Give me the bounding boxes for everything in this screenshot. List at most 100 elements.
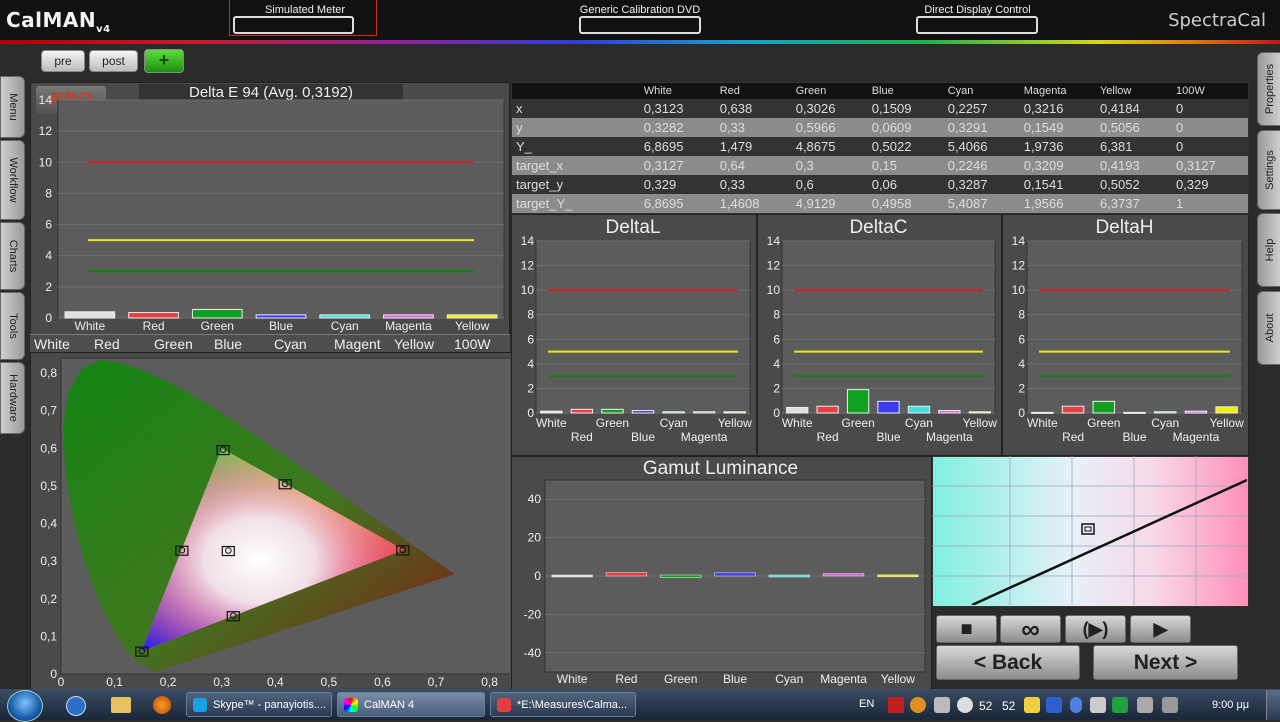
tab-properties[interactable]: Properties [1257, 52, 1280, 126]
tab-help[interactable]: Help [1257, 213, 1280, 287]
small-chart-bar [723, 411, 746, 414]
table-cell: 0 [1171, 137, 1248, 156]
next-button[interactable]: Next > [1093, 645, 1238, 680]
gamut-luminance-ytick: -20 [524, 607, 542, 621]
small-chart-ytick: 10 [521, 283, 535, 297]
small-chart-ytick: 6 [773, 332, 780, 346]
swatch-yellow[interactable]: Yellow [394, 336, 454, 352]
table-cell: 0,3209 [1019, 156, 1096, 175]
tray-app-icon-6[interactable] [1046, 697, 1062, 713]
battery-icon[interactable] [1137, 697, 1153, 713]
play-button[interactable]: ▶ [1130, 615, 1191, 643]
tab-tools[interactable]: Tools [0, 292, 25, 360]
tab-workflow[interactable]: Workflow [0, 140, 25, 220]
delta-e-bar [64, 311, 116, 319]
small-chart-ytick: 12 [521, 259, 535, 273]
tray-app-icon-4[interactable] [957, 697, 973, 713]
post-button[interactable]: post [89, 50, 138, 72]
delta-e-bar [191, 308, 243, 319]
table-cell: 0,0609 [867, 118, 944, 137]
measure-swatch-bar: White Red Green Blue Cyan Magent Yellow 100W [30, 334, 510, 354]
back-button[interactable]: < Back [936, 645, 1080, 680]
swatch-100w[interactable]: 100W [454, 336, 514, 352]
small-chart-ytick: 4 [527, 357, 534, 371]
show-desktop-button[interactable] [1266, 690, 1280, 720]
gamut-luminance-bar [768, 574, 810, 578]
volume-icon[interactable] [1162, 697, 1178, 713]
clock[interactable]: 9:00 μμ [1212, 699, 1249, 711]
task-excel-file[interactable]: *E:\Measures\Calma... [490, 692, 636, 717]
table-cell: 0,3291 [943, 118, 1020, 137]
gamut-luminance-ytick: -40 [524, 646, 542, 660]
cie-xtick: 0,5 [321, 675, 338, 688]
swatch-cyan[interactable]: Cyan [274, 336, 334, 352]
table-cell: 0,3216 [1019, 99, 1096, 118]
play-step-button[interactable]: (▶) [1065, 615, 1126, 643]
gamut-luminance-xlabel: White [557, 672, 588, 686]
table-cell: 6,381 [1095, 137, 1172, 156]
swatch-magent[interactable]: Magent [334, 336, 394, 352]
small-chart-ytick: 8 [773, 308, 780, 322]
delta-e-bar [255, 314, 307, 319]
bluetooth-icon[interactable] [1070, 697, 1082, 713]
spectracal-brand: SpectraCal [1168, 10, 1266, 31]
stop-button[interactable]: ■ [936, 615, 997, 643]
table-cell: 0 [1171, 118, 1248, 137]
loop-button[interactable]: ∞ [1000, 615, 1061, 643]
gamut-luminance-ytick: 0 [534, 569, 541, 583]
tray-app-icon-2[interactable] [910, 697, 926, 713]
gamut-luminance-ytick: 40 [528, 492, 542, 506]
task-calman[interactable]: CalMAN 4 [337, 692, 485, 717]
small-chart-ytick: 4 [773, 357, 780, 371]
gamut-luminance-bar [822, 573, 865, 577]
table-cell: 1,479 [715, 137, 792, 156]
small-chart-xlabel: Red [817, 430, 839, 444]
tray-app-icon[interactable] [888, 697, 904, 713]
table-cell: 0,33 [715, 175, 792, 194]
swatch-white[interactable]: White [34, 336, 94, 352]
tab-menu[interactable]: Menu [0, 76, 25, 138]
language-indicator[interactable]: EN [859, 698, 874, 710]
antivirus-icon[interactable] [1112, 697, 1128, 713]
tray-counter-1[interactable]: 52 [979, 699, 992, 713]
small-chart-xlabel: White [536, 416, 567, 430]
cie-ytick: 0,5 [40, 479, 57, 493]
table-cell: 0,5052 [1095, 175, 1172, 194]
swatch-blue[interactable]: Blue [214, 336, 274, 352]
small-chart-plot-area [535, 240, 751, 414]
gamut-luminance-bar [877, 574, 919, 578]
gamut-luminance-xlabel: Yellow [881, 672, 916, 686]
network-icon[interactable] [1090, 697, 1106, 713]
start-button[interactable] [7, 690, 43, 722]
small-chart-xlabel: Cyan [660, 416, 688, 430]
cie-ytick: 0,8 [40, 366, 57, 380]
tab-settings[interactable]: Settings [1257, 130, 1280, 210]
table-row: y 0,3282 0,33 0,5966 0,0609 0,3291 0,1549 0,505… [512, 118, 1248, 137]
firefox-icon[interactable] [153, 696, 171, 714]
task-skype[interactable]: Skype™ - panayiotis.... [186, 692, 332, 717]
small-chart-ytick: 2 [1018, 381, 1025, 395]
tab-charts[interactable]: Charts [0, 222, 25, 290]
table-cell: 6,8695 [639, 194, 716, 213]
source-select[interactable] [579, 16, 701, 34]
table-cell: x [512, 99, 640, 118]
tab-about[interactable]: About [1257, 291, 1280, 365]
tab-hardware[interactable]: Hardware [0, 362, 25, 434]
swatch-red[interactable]: Red [94, 336, 154, 352]
table-cell: 1,9736 [1019, 137, 1096, 156]
add-button[interactable]: + [144, 49, 184, 73]
small-chart-xlabel: Green [1087, 416, 1120, 430]
display-select[interactable] [916, 16, 1038, 34]
cie-ytick: 0,7 [40, 404, 57, 418]
table-cell: 0,3127 [639, 156, 716, 175]
tray-app-icon-5[interactable] [1024, 697, 1040, 713]
small-chart-bar [631, 410, 655, 414]
calman-logo: CalMANv4 [6, 8, 111, 35]
ie-icon[interactable] [66, 696, 86, 716]
pre-button[interactable]: pre [41, 50, 85, 72]
explorer-icon[interactable] [111, 697, 131, 713]
swatch-green[interactable]: Green [154, 336, 214, 352]
tray-app-icon-3[interactable] [934, 697, 950, 713]
meter-select[interactable] [233, 16, 354, 34]
tray-counter-2[interactable]: 52 [1002, 699, 1015, 713]
